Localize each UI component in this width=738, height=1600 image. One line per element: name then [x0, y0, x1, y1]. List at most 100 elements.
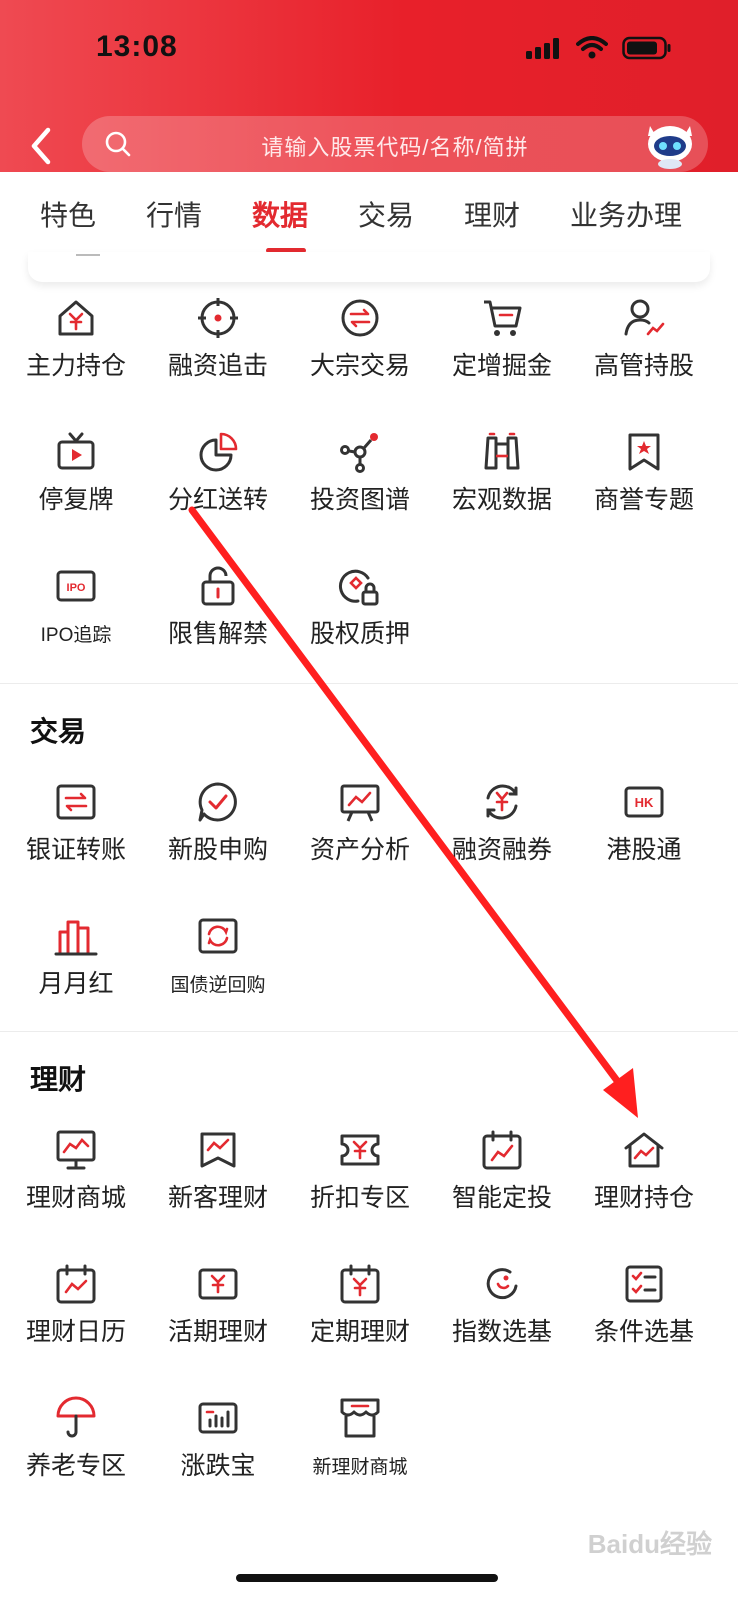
- transfer-icon: [56, 784, 96, 820]
- section-title-wealth: 理财: [30, 1064, 87, 1095]
- grid-item-smart-investment[interactable]: 智能定投: [432, 1128, 572, 1214]
- grid-item-discount-zone[interactable]: 折扣专区: [290, 1128, 430, 1214]
- grid-item-new-wealth-mall[interactable]: 新理财商城: [290, 1396, 430, 1479]
- status-icons: [526, 36, 672, 60]
- grid-item-lockup-expiry[interactable]: 限售解禁: [148, 564, 288, 650]
- tab-business[interactable]: 业务办理: [570, 194, 682, 234]
- back-button[interactable]: [24, 124, 60, 168]
- grid-item-demand-wealth[interactable]: 活期理财: [148, 1262, 288, 1348]
- presentation-chart-icon: [340, 784, 380, 822]
- grid-item-private-placement[interactable]: 定增掘金: [432, 296, 572, 382]
- battery-icon: [622, 36, 671, 60]
- tab-market[interactable]: 行情: [146, 194, 202, 234]
- grid-item-fixed-wealth[interactable]: 定期理财: [290, 1262, 430, 1348]
- grid-item-label: 定增掘金: [451, 352, 552, 380]
- search-placeholder: 请输入股票代码/名称/简拼: [261, 135, 529, 160]
- grid-item-label: 高管持股: [593, 352, 694, 380]
- grid-item-block-trade[interactable]: 大宗交易: [290, 296, 430, 382]
- grid-item-margin-chase[interactable]: 融资追击: [148, 296, 288, 382]
- grid-item-zhangdiebao[interactable]: 涨跌宝: [148, 1396, 288, 1482]
- grid-item-pension-zone[interactable]: 养老专区: [6, 1396, 146, 1482]
- wifi-icon: [576, 36, 608, 59]
- house-yen-icon: [58, 300, 94, 336]
- monitor-chart-icon: [56, 1130, 96, 1170]
- grid-item-ipo-subscribe[interactable]: 新股申购: [148, 780, 288, 866]
- grid-item-new-client-wealth[interactable]: 新客理财: [148, 1128, 288, 1214]
- grid-item-label: 主力持仓: [25, 352, 126, 380]
- ipo-icon: IPO: [56, 570, 96, 602]
- grid-item-goodwill[interactable]: 商誉专题: [574, 430, 714, 516]
- yen-cycle-icon: [486, 784, 518, 820]
- tab-featured[interactable]: 特色: [40, 194, 96, 234]
- grid-item-label: 银证转账: [25, 836, 126, 864]
- card-yen-icon: [198, 1268, 238, 1300]
- search-input[interactable]: 请输入股票代码/名称/简拼: [82, 116, 708, 172]
- pie-chart-icon: [199, 432, 238, 472]
- hk-icon: HK: [624, 786, 664, 818]
- umbrella-icon: [56, 1396, 96, 1438]
- calendar-chart-icon: [56, 1264, 96, 1304]
- checklist-icon: [625, 1265, 663, 1303]
- house-chart-icon: [624, 1132, 664, 1168]
- grid-item-macro-data[interactable]: 宏观数据: [432, 430, 572, 516]
- target-icon: [198, 298, 238, 338]
- section-divider: [0, 1031, 738, 1032]
- grid-item-wealth-calendar[interactable]: 理财日历: [6, 1262, 146, 1348]
- network-icon: [340, 433, 378, 473]
- grid-item-label: IPO追踪: [40, 625, 112, 646]
- grid-item-label: 商誉专题: [593, 486, 694, 514]
- watermark: Baidu经验: [587, 1529, 712, 1559]
- grid-item-label: 理财日历: [25, 1318, 126, 1346]
- grid-item-label: 宏观数据: [451, 486, 552, 514]
- grid-item-wealth-holdings[interactable]: 理财持仓: [574, 1128, 714, 1214]
- tab-trade[interactable]: 交易: [358, 194, 414, 234]
- grid-item-label: 新客理财: [167, 1184, 268, 1212]
- grid-item-main-holdings[interactable]: 主力持仓: [6, 296, 146, 382]
- ribbon-chart-icon: [200, 1132, 236, 1168]
- grid-item-dividends[interactable]: 分红送转: [148, 430, 288, 516]
- grid-item-label: 理财商城: [25, 1184, 126, 1212]
- grid-item-label: 融资融券: [451, 836, 552, 864]
- pledge-lock-icon: [338, 569, 379, 606]
- grid-item-label: 限售解禁: [167, 620, 268, 648]
- robot-assistant-icon[interactable]: [640, 112, 700, 172]
- grid-item-ipo-tracking[interactable]: IPO IPO追踪: [6, 564, 146, 647]
- grid-item-asset-analysis[interactable]: 资产分析: [290, 780, 430, 866]
- store-icon: [340, 1398, 380, 1438]
- tv-play-icon: [57, 432, 95, 470]
- grid-item-label: 国债逆回购: [170, 975, 266, 996]
- card-remnant: [28, 252, 710, 282]
- grid-item-label: 折扣专区: [309, 1184, 410, 1212]
- grid-item-equity-pledge[interactable]: 股权质押: [290, 564, 430, 650]
- grid-item-condition-fund[interactable]: 条件选基: [574, 1262, 714, 1348]
- signal-icon: [526, 38, 559, 59]
- home-indicator[interactable]: [236, 1574, 498, 1582]
- grid-item-wealth-mall[interactable]: 理财商城: [6, 1128, 146, 1214]
- grid-item-investment-graph[interactable]: 投资图谱: [290, 430, 430, 516]
- tab-data[interactable]: 数据: [252, 194, 308, 234]
- cart-icon: [484, 300, 522, 336]
- grid-item-label: 新股申购: [167, 836, 268, 864]
- index-fund-icon: [486, 1268, 518, 1300]
- grid-item-executive-holdings[interactable]: 高管持股: [574, 296, 714, 382]
- grid-item-hk-connect[interactable]: HK 港股通: [574, 780, 714, 866]
- ticket-yen-icon: [340, 1134, 380, 1166]
- grid-item-label: 养老专区: [25, 1452, 126, 1480]
- grid-item-label: 新理财商城: [312, 1457, 408, 1478]
- tab-wealth[interactable]: 理财: [464, 194, 520, 234]
- grid-item-label: 月月红: [38, 970, 114, 998]
- grid-item-label: 分红送转: [167, 486, 268, 514]
- grid-item-label: 指数选基: [451, 1318, 552, 1346]
- grid-item-margin-trading[interactable]: 融资融券: [432, 780, 572, 866]
- grid-item-monthly-red[interactable]: 月月红: [6, 914, 146, 1000]
- grid-item-label: 投资图谱: [309, 486, 410, 514]
- grid-item-index-fund[interactable]: 指数选基: [432, 1262, 572, 1348]
- svg-text:HK: HK: [635, 795, 654, 810]
- grid-item-reverse-repo[interactable]: 国债逆回购: [148, 914, 288, 997]
- section-divider: [0, 683, 738, 684]
- grid-item-label: 智能定投: [451, 1184, 552, 1212]
- grid-item-label: 定期理财: [309, 1318, 410, 1346]
- grid-item-suspension[interactable]: 停复牌: [6, 430, 146, 516]
- grid-item-bank-transfer[interactable]: 银证转账: [6, 780, 146, 866]
- calendar-yen-icon: [340, 1264, 380, 1304]
